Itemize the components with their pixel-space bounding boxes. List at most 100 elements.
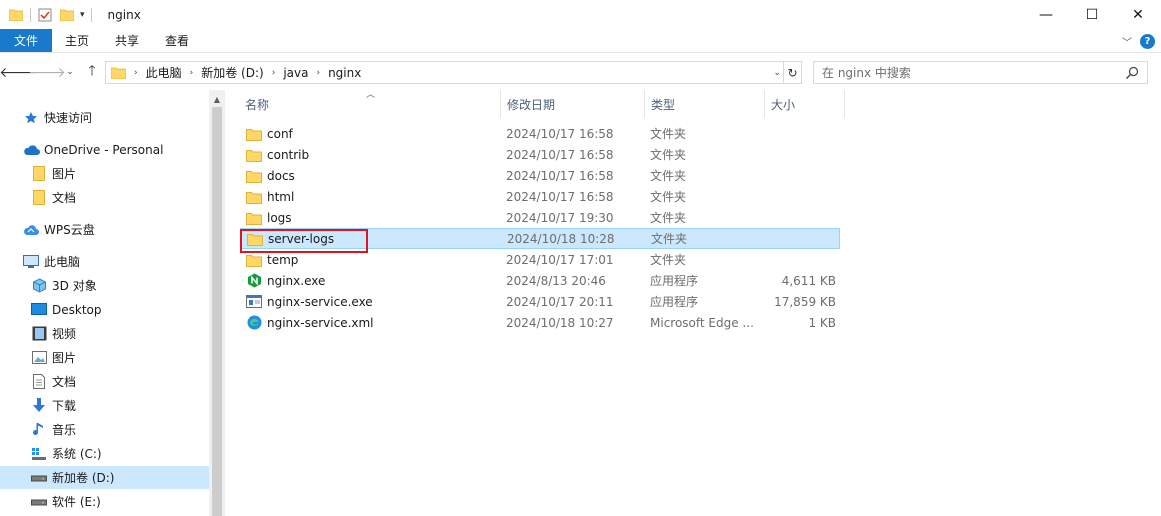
document-icon: [30, 373, 48, 391]
expand-ribbon-icon[interactable]: ﹀: [1122, 34, 1132, 49]
sidebar-item-documents[interactable]: 文档: [30, 370, 76, 393]
file-row-nginx-service-xml[interactable]: nginx-service.xml 2024/10/18 10:27 Micro…: [240, 312, 840, 333]
properties-icon[interactable]: [37, 7, 53, 23]
navigation-pane: 快速访问 OneDrive - Personal 图片 文档 WPS云盘 此电脑: [0, 90, 209, 516]
breadcrumb-this-pc[interactable]: 此电脑: [146, 62, 182, 83]
address-bar[interactable]: › 此电脑 › 新加卷 (D:) › java › nginx ⌄ ↻: [105, 61, 802, 84]
highlight-annotation-box: [240, 229, 368, 253]
column-label: 大小: [771, 97, 796, 112]
sidebar-item-downloads[interactable]: 下载: [30, 394, 76, 417]
file-modified: 2024/10/17 16:58: [506, 168, 614, 183]
breadcrumb-nginx[interactable]: nginx: [328, 62, 361, 83]
tab-file[interactable]: 文件: [0, 29, 53, 52]
folder-icon: [246, 126, 262, 142]
file-modified: 2024/8/13 20:46: [506, 273, 606, 288]
file-size: 17,859 KB: [774, 294, 836, 309]
file-type: 文件夹: [650, 148, 687, 162]
file-type: 文件夹: [650, 169, 687, 183]
star-icon: [22, 109, 40, 127]
column-header-type[interactable]: 类型: [645, 90, 765, 118]
window-title: nginx: [107, 7, 141, 22]
navigation-pane-scrollbar[interactable]: ▲: [209, 90, 225, 516]
file-modified: 2024/10/17 16:58: [506, 147, 614, 162]
help-icon[interactable]: ?: [1140, 33, 1155, 49]
file-row-contrib[interactable]: contrib 2024/10/17 16:58 文件夹: [240, 144, 840, 165]
sidebar-item-quick-access[interactable]: 快速访问: [22, 106, 92, 129]
refresh-icon[interactable]: ↻: [783, 62, 801, 83]
chevron-right-icon[interactable]: ›: [316, 68, 320, 78]
tab-share[interactable]: 共享: [102, 29, 152, 52]
chevron-right-icon[interactable]: ›: [190, 68, 194, 78]
folder-icon: [30, 189, 48, 207]
file-row-nginx-exe[interactable]: nginx.exe 2024/8/13 20:46 应用程序 4,611 KB: [240, 270, 840, 291]
file-name: conf: [267, 126, 293, 141]
edge-icon: [246, 315, 262, 331]
toolbar-separator: [90, 7, 92, 22]
file-type: 文件夹: [650, 211, 687, 225]
sidebar-item-music[interactable]: 音乐: [30, 418, 76, 441]
file-row-logs[interactable]: logs 2024/10/17 19:30 文件夹: [240, 207, 840, 228]
file-row-html[interactable]: html 2024/10/17 16:58 文件夹: [240, 186, 840, 207]
minimize-button[interactable]: —: [1023, 0, 1069, 29]
forward-button[interactable]: 🡒: [28, 63, 66, 81]
sort-ascending-icon: ︿: [366, 90, 376, 100]
nginx-exe-icon: [246, 273, 262, 289]
sidebar-item-onedrive-pictures[interactable]: 图片: [30, 162, 76, 185]
window-controls: — ☐ ✕: [1023, 0, 1161, 29]
folder-icon: [246, 189, 262, 205]
cloud-icon: [22, 141, 40, 159]
file-row-nginx-service-exe[interactable]: nginx-service.exe 2024/10/17 20:11 应用程序 …: [240, 291, 840, 312]
file-name: nginx-service.xml: [267, 315, 374, 330]
file-row-docs[interactable]: docs 2024/10/17 16:58 文件夹: [240, 165, 840, 186]
chevron-right-icon[interactable]: ›: [134, 68, 138, 78]
column-header-modified[interactable]: 修改日期: [501, 90, 645, 118]
column-label: 名称: [245, 97, 270, 112]
sidebar-item-wps-cloud[interactable]: WPS云盘: [22, 218, 95, 241]
ribbon-tabs: 文件 主页 共享 查看 ﹀ ?: [0, 29, 1161, 53]
recent-locations-dropdown[interactable]: ⌄: [64, 63, 76, 81]
sidebar-item-pictures[interactable]: 图片: [30, 346, 76, 369]
sidebar-item-system-c[interactable]: 系统 (C:): [30, 442, 102, 465]
sidebar-item-label: 图片: [52, 167, 77, 181]
maximize-button[interactable]: ☐: [1069, 0, 1115, 29]
sidebar-item-drive-e[interactable]: 软件 (E:): [30, 490, 101, 513]
sidebar-item-desktop[interactable]: Desktop: [30, 298, 102, 321]
file-type: 文件夹: [650, 190, 687, 204]
customize-toolbar-dropdown[interactable]: ▾: [80, 10, 85, 20]
scrollbar-thumb[interactable]: [212, 107, 222, 516]
file-name: nginx.exe: [267, 273, 326, 288]
file-size: 4,611 KB: [781, 273, 836, 288]
breadcrumb-drive-d[interactable]: 新加卷 (D:): [201, 62, 263, 83]
sidebar-item-onedrive[interactable]: OneDrive - Personal: [22, 138, 163, 161]
up-button[interactable]: 🡑: [84, 63, 100, 81]
chevron-right-icon[interactable]: ›: [272, 68, 276, 78]
sidebar-item-onedrive-documents[interactable]: 文档: [30, 186, 76, 209]
sidebar-item-videos[interactable]: 视频: [30, 322, 76, 345]
sidebar-item-label: 图片: [52, 351, 77, 365]
tab-home[interactable]: 主页: [52, 29, 102, 52]
file-modified: 2024/10/17 16:58: [506, 189, 614, 204]
address-history-dropdown[interactable]: ⌄: [773, 62, 781, 83]
file-row-conf[interactable]: conf 2024/10/17 16:58 文件夹: [240, 123, 840, 144]
new-folder-icon[interactable]: [59, 7, 75, 23]
sidebar-item-3d-objects[interactable]: 3D 对象: [30, 274, 97, 297]
file-modified: 2024/10/18 10:27: [506, 315, 614, 330]
search-box[interactable]: [813, 61, 1148, 84]
tab-view[interactable]: 查看: [152, 29, 202, 52]
file-modified: 2024/10/17 20:11: [506, 294, 614, 309]
back-button[interactable]: 🡐: [0, 63, 37, 81]
file-type: Microsoft Edge ...: [650, 315, 754, 330]
sidebar-item-label: 快速访问: [44, 111, 93, 125]
file-name: temp: [267, 252, 299, 267]
close-button[interactable]: ✕: [1115, 0, 1161, 29]
folder-icon: [8, 7, 24, 23]
file-type: 应用程序: [650, 295, 699, 309]
search-icon[interactable]: [1125, 66, 1139, 83]
breadcrumb-java[interactable]: java: [283, 62, 308, 83]
column-header-size[interactable]: 大小: [765, 90, 845, 118]
column-header-name[interactable]: 名称 ︿: [226, 90, 501, 118]
search-input[interactable]: [822, 65, 1112, 80]
sidebar-item-this-pc[interactable]: 此电脑: [22, 250, 80, 273]
sidebar-item-drive-d[interactable]: 新加卷 (D:): [0, 466, 209, 489]
scroll-up-icon[interactable]: ▲: [209, 93, 225, 105]
